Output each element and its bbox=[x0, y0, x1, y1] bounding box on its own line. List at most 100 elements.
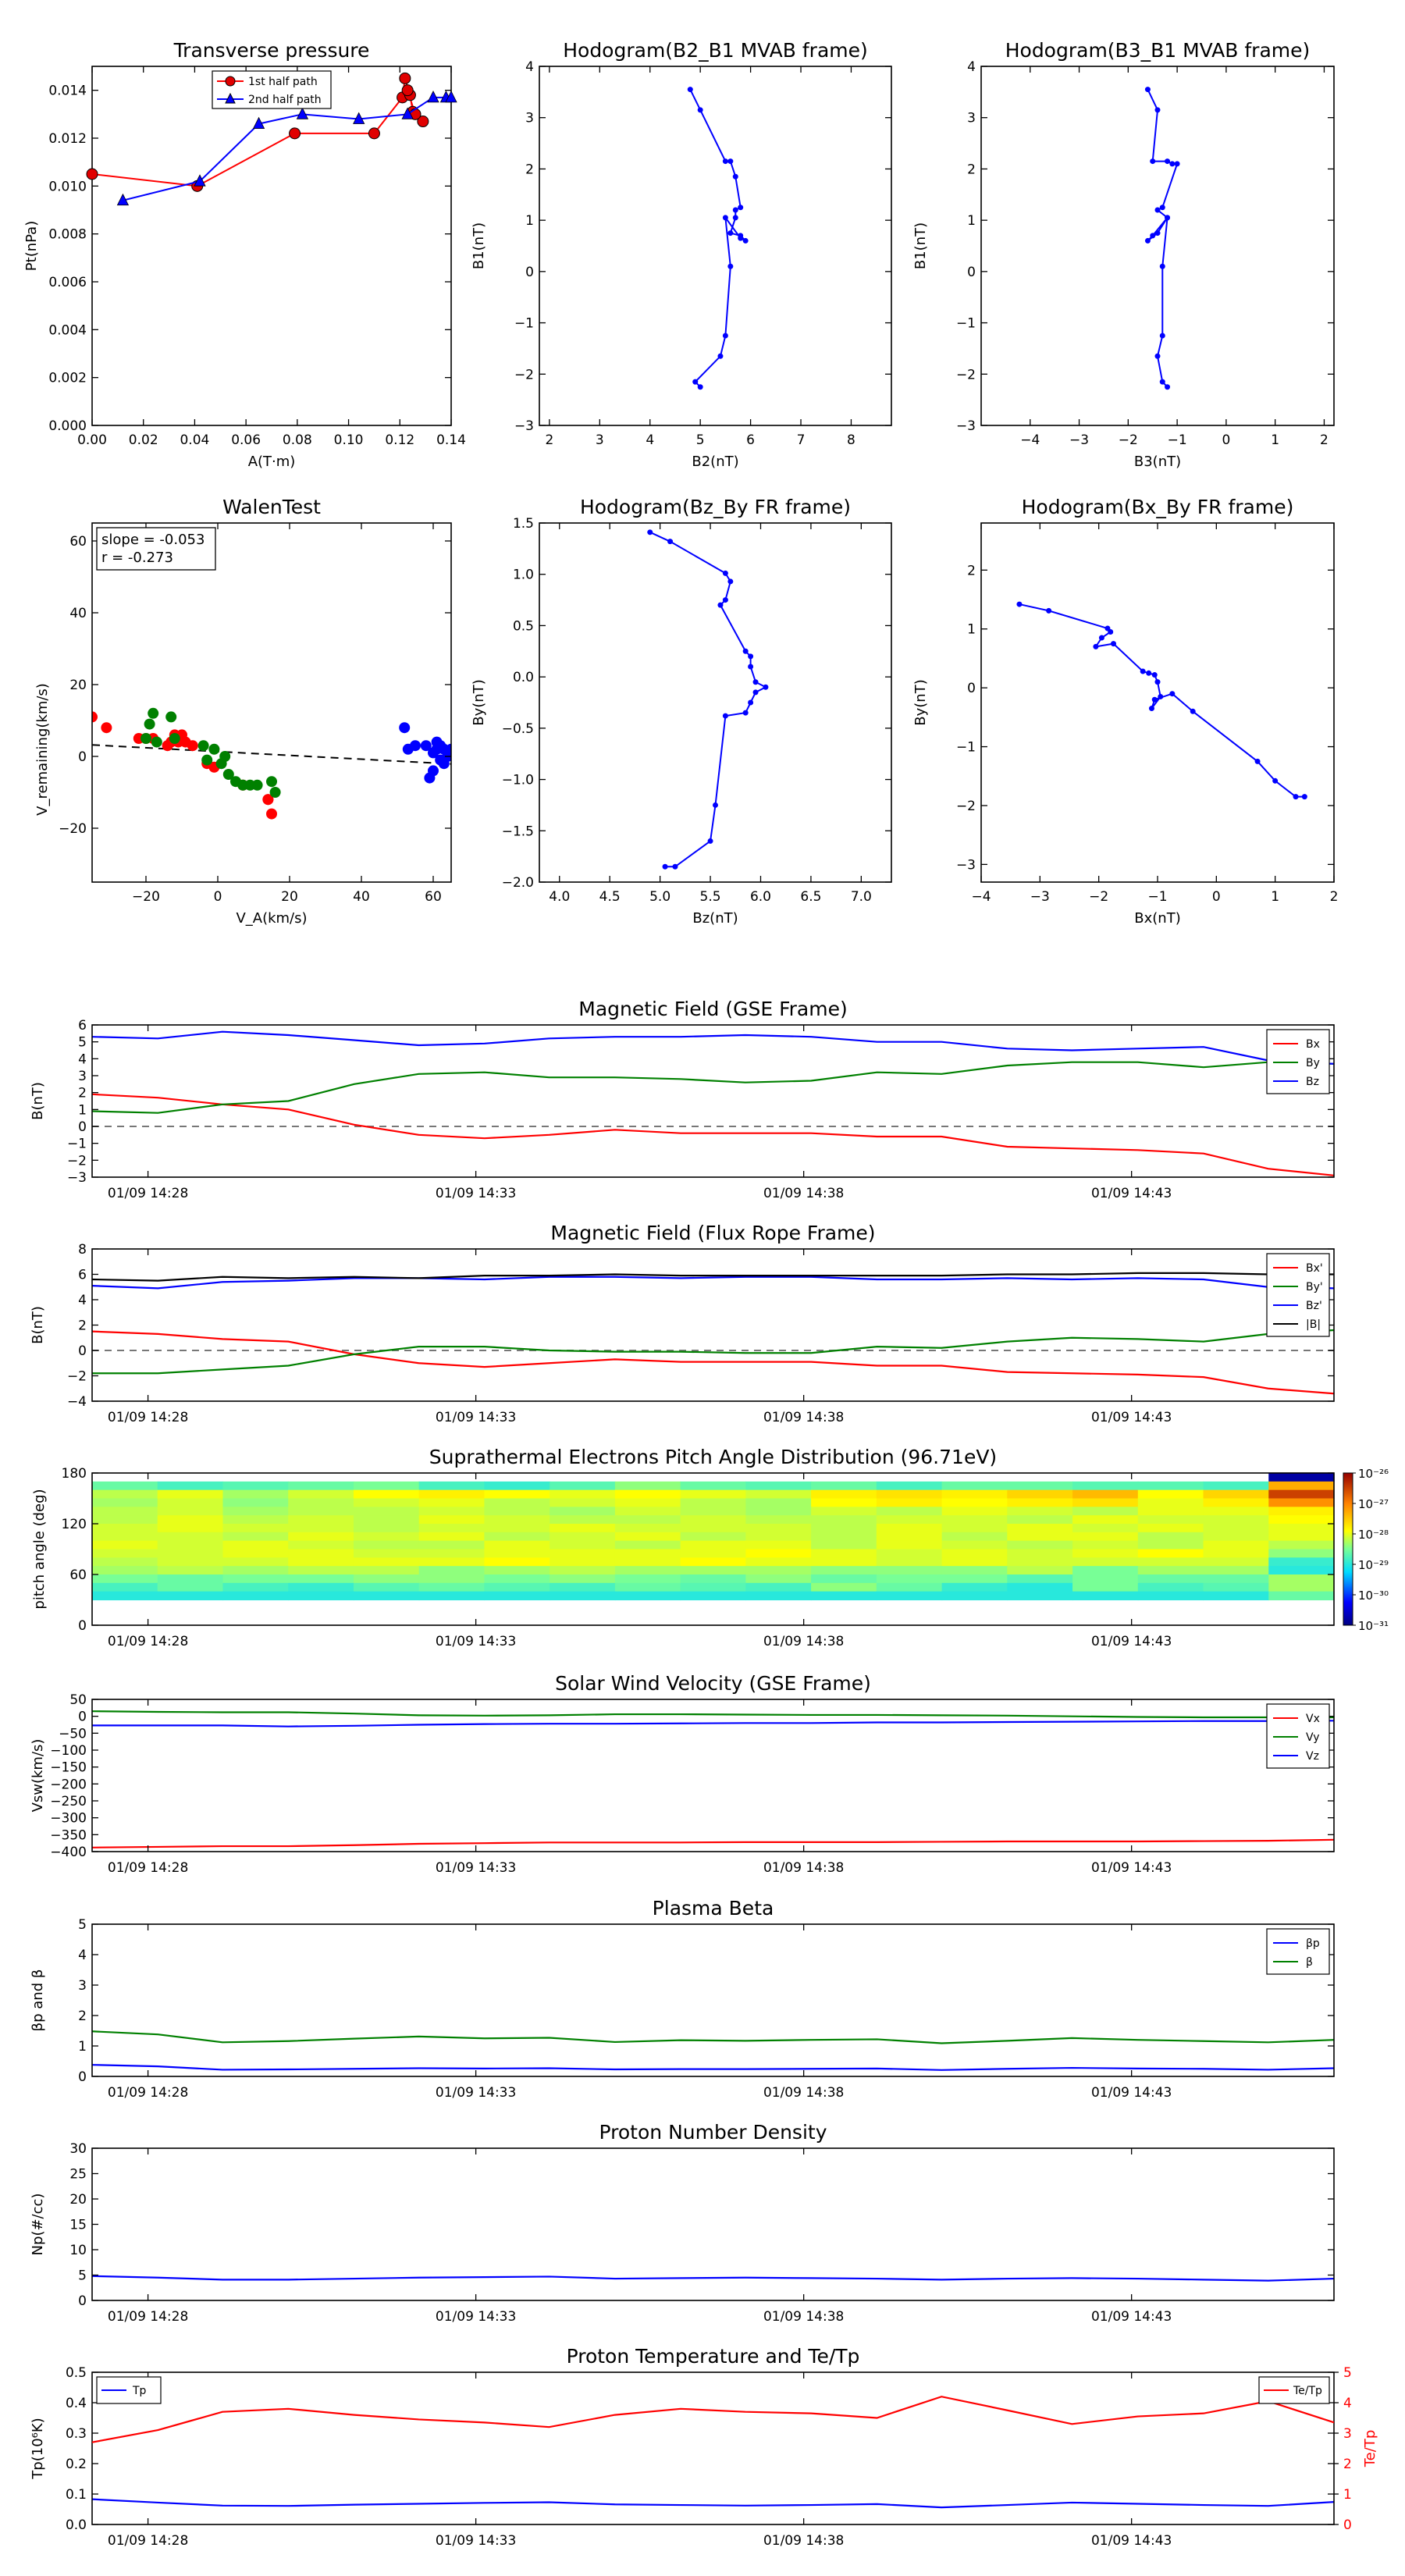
heatmap-cell bbox=[418, 1515, 486, 1525]
data-point bbox=[763, 684, 769, 690]
heatmap-cell bbox=[1268, 1524, 1335, 1533]
colorbar-tick-label: 10⁻²⁷ bbox=[1358, 1497, 1389, 1511]
data-point bbox=[1154, 353, 1161, 359]
x-tick-label: −1 bbox=[1168, 432, 1187, 448]
heatmap-cell bbox=[811, 1489, 877, 1500]
data-point bbox=[742, 237, 749, 244]
data-point bbox=[692, 379, 699, 385]
heatmap-cell bbox=[614, 1557, 681, 1567]
x-tick-label: 01/09 14:38 bbox=[763, 2533, 844, 2549]
data-point bbox=[717, 602, 724, 608]
y-tick-label: 0.004 bbox=[48, 322, 87, 338]
heatmap-cell bbox=[484, 1532, 550, 1542]
hodogram-line bbox=[1019, 603, 1305, 798]
y-tick-label: 2 bbox=[78, 1318, 87, 1334]
x-tick-label: 0.04 bbox=[180, 432, 209, 448]
data-point bbox=[1154, 207, 1161, 213]
heatmap-cell bbox=[1268, 1515, 1335, 1525]
heatmap-cell bbox=[745, 1574, 812, 1584]
heatmap-cell bbox=[92, 1557, 158, 1567]
heatmap-cell bbox=[1203, 1574, 1269, 1584]
y-tick-label: 0 bbox=[78, 1710, 87, 1725]
heatmap-cell bbox=[680, 1515, 746, 1525]
heatmap-cell bbox=[550, 1489, 616, 1500]
panel-hxy: Hodogram(Bx_By FR frame) −3 −2 −1 0 1 2 −4 −3 −2 −… bbox=[912, 496, 1338, 927]
heatmap-cell bbox=[1007, 1498, 1073, 1507]
data-point bbox=[201, 754, 213, 766]
heatmap-cell bbox=[157, 1574, 224, 1584]
data-point bbox=[722, 570, 728, 576]
data-point bbox=[1165, 158, 1171, 165]
data-point bbox=[722, 158, 728, 165]
legend-marker bbox=[225, 76, 236, 87]
heatmap-cell bbox=[680, 1481, 746, 1491]
y-axis-label: B1(nT) bbox=[912, 222, 929, 269]
heatmap-cell bbox=[680, 1566, 746, 1575]
legend-label: Bz' bbox=[1306, 1300, 1322, 1312]
x-tick-label: 7.0 bbox=[851, 889, 872, 905]
y-tick-label: −1 bbox=[67, 1137, 87, 1152]
heatmap-cell bbox=[418, 1481, 486, 1491]
legend-label: By bbox=[1306, 1057, 1320, 1069]
x-tick-label: 01/09 14:38 bbox=[763, 2085, 844, 2101]
panel-h21: Hodogram(B2_B1 MVAB frame) −3 −2 −1 0 1 2 3 4 2 3 4… bbox=[471, 39, 892, 470]
y-tick-label: 120 bbox=[62, 1517, 87, 1532]
x-tick-label: −20 bbox=[132, 889, 160, 905]
data-point bbox=[752, 689, 759, 696]
heatmap-cell bbox=[418, 1557, 486, 1567]
data-point bbox=[1016, 601, 1023, 607]
data-point bbox=[732, 173, 738, 180]
heatmap-cell bbox=[1137, 1549, 1204, 1558]
x-tick-label: −2 bbox=[1089, 889, 1108, 905]
heatmap-cell bbox=[876, 1557, 943, 1567]
heatmap-cell bbox=[1203, 1549, 1269, 1558]
heatmap-cell bbox=[222, 1489, 289, 1500]
heatmap-cell bbox=[1203, 1489, 1269, 1500]
heatmap-cell bbox=[550, 1498, 616, 1507]
y-axis-label: B(nT) bbox=[30, 1082, 46, 1120]
x-tick-label: 01/09 14:33 bbox=[436, 1860, 516, 1876]
heatmap-cell bbox=[288, 1574, 354, 1584]
axes-frame bbox=[980, 66, 1335, 426]
heatmap-cell bbox=[288, 1489, 354, 1500]
x-tick-label: 01/09 14:43 bbox=[1091, 2533, 1172, 2549]
heatmap-cell bbox=[941, 1549, 1008, 1558]
y-tick-label: 2 bbox=[967, 162, 976, 177]
heatmap-cell bbox=[811, 1557, 877, 1567]
data-point bbox=[1293, 794, 1299, 800]
heatmap-cell bbox=[353, 1489, 420, 1500]
heatmap-cell bbox=[941, 1582, 1008, 1592]
heatmap-cell bbox=[614, 1481, 681, 1491]
heatmap-cell bbox=[1072, 1591, 1139, 1601]
data-point bbox=[722, 713, 728, 719]
y2-tick-label: 3 bbox=[1343, 2426, 1352, 2442]
y-tick-label: −1 bbox=[956, 316, 976, 332]
heatmap-cell bbox=[418, 1549, 486, 1558]
heatmap-cell bbox=[680, 1574, 746, 1584]
heatmap-cell bbox=[484, 1557, 550, 1567]
heatmap-cell bbox=[1268, 1489, 1335, 1500]
colorbar-tick-label: 10⁻²⁹ bbox=[1358, 1558, 1389, 1572]
heatmap-cell bbox=[745, 1566, 812, 1575]
data-point bbox=[428, 765, 439, 777]
heatmap-cell bbox=[1007, 1540, 1073, 1550]
x-tick-label: −4 bbox=[971, 889, 991, 905]
data-point bbox=[251, 779, 263, 791]
heatmap-cell bbox=[1203, 1481, 1269, 1491]
y-axis-label: Vsw(km/s) bbox=[30, 1739, 46, 1813]
heatmap-cell bbox=[353, 1481, 420, 1491]
heatmap-cell bbox=[418, 1566, 486, 1575]
heatmap-cell bbox=[222, 1566, 289, 1575]
y-tick-label: 0.4 bbox=[66, 2396, 87, 2411]
axes-frame bbox=[91, 1923, 1335, 2077]
y-tick-label: −0.5 bbox=[502, 721, 534, 737]
panel-tp: Transverse pressure 0.000 0.002 0.004 0.006 0… bbox=[23, 39, 466, 470]
heatmap-cell bbox=[92, 1524, 158, 1533]
data-point bbox=[1146, 670, 1152, 676]
data-point bbox=[140, 733, 151, 744]
y-tick-label: 0.2 bbox=[66, 2457, 87, 2472]
x-tick-label: 0.00 bbox=[77, 432, 107, 448]
heatmap-cell bbox=[1072, 1582, 1139, 1592]
x-axis-label: Bx(nT) bbox=[1134, 910, 1180, 927]
heatmap-cell bbox=[614, 1489, 681, 1500]
